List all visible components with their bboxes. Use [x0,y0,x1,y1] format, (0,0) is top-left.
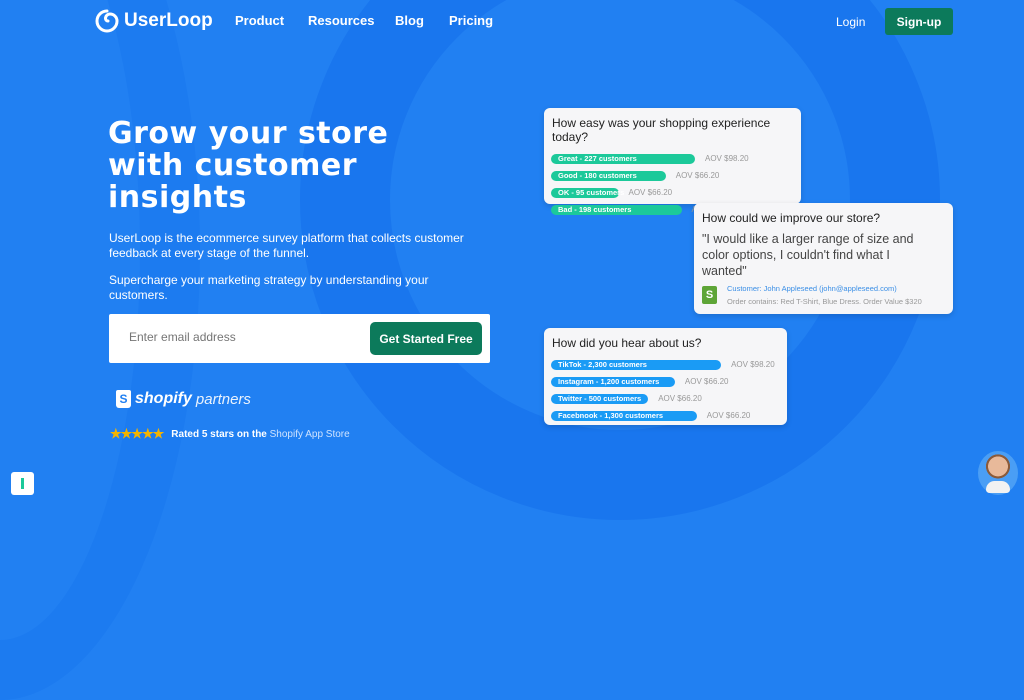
get-started-button[interactable]: Get Started Free [370,322,482,355]
brand-name: UserLoop [124,10,213,31]
survey-result-row: Great - 227 customers AOV $98.20 [551,150,801,167]
result-bar: Great - 227 customers [551,153,695,164]
result-bar: OK - 95 customers [551,187,624,198]
aov-value: AOV $98.20 [705,154,749,163]
signup-form: Get Started Free [109,314,490,363]
five-stars-icon: ★★★★★ [110,426,164,441]
card-question: How did you hear about us? [552,336,702,350]
result-bar: Bad - 198 customers [551,204,682,215]
partners-word: partners [195,390,251,408]
login-link[interactable]: Login [836,15,865,29]
survey-result-row: Instagram - 1,200 customers AOV $66.20 [551,373,787,390]
email-input[interactable] [129,330,349,344]
shopify-partners-badge: S shopify partners [116,390,251,408]
hero-description: UserLoop is the ecommerce survey platfor… [109,231,464,260]
card-question: How could we improve our store? [702,211,881,225]
order-info: Order contains: Red T-Shirt, Blue Dress.… [727,297,922,306]
customer-info: Customer: John Appleseed (john@appleseed… [727,284,897,293]
result-bar: Twitter - 500 customers [551,393,649,404]
survey-result-row: Facebnook - 1,300 customers AOV $66.20 [551,407,787,424]
shopify-bag-icon: S [702,286,717,304]
result-bar: Facebnook - 1,300 customers [551,410,697,421]
survey-result-row: Good - 180 customers AOV $66.20 [551,167,801,184]
survey-card-source: How did you hear about us? TikTok - 2,30… [544,328,787,425]
rating: ★★★★★ Rated 5 stars on the Shopify App S… [110,426,350,442]
survey-card-experience: How easy was your shopping experience to… [544,108,801,215]
shopify-word: shopify [135,390,192,407]
nav-pricing[interactable]: Pricing [449,13,493,28]
swirl-logo-icon [95,9,119,33]
aov-value: AOV $66.20 [684,377,729,386]
aov-value: AOV $66.20 [675,171,720,180]
survey-result-row: OK - 95 customers AOV $66.20 [551,184,801,201]
hero-title: Grow your store with customer insights [108,116,389,215]
aov-value: AOV $98.20 [731,360,775,369]
nav-product[interactable]: Product [235,13,284,28]
support-chat-avatar[interactable] [978,451,1018,495]
result-bar: TikTok - 2,300 customers [551,359,722,370]
logo[interactable]: UserLoop [94,8,213,34]
shopify-app-store-link[interactable]: Shopify App Store [270,429,350,440]
survey-result-row: TikTok - 2,300 customers AOV $98.20 [551,356,787,373]
feedback-card: How could we improve our store? "I would… [694,203,953,314]
aov-value: AOV $66.20 [706,411,751,420]
result-bar: Good - 180 customers [551,170,666,181]
feedback-quote: "I would like a larger range of size and… [702,232,914,278]
card-question: How easy was your shopping experience to… [552,116,771,144]
nav-resources[interactable]: Resources [308,13,374,28]
rating-text: Rated 5 stars on the [171,428,270,440]
hero-subdescription: Supercharge your marketing strategy by u… [109,273,429,302]
aov-value: AOV $66.20 [658,394,702,403]
result-bar: Instagram - 1,200 customers [551,376,675,387]
shopify-bag-icon: S [116,390,131,408]
signup-button[interactable]: Sign-up [885,8,953,35]
nav-blog[interactable]: Blog [395,13,424,28]
password-manager-icon[interactable] [11,472,34,495]
survey-result-row: Twitter - 500 customers AOV $66.20 [551,390,787,407]
aov-value: AOV $66.20 [628,188,673,197]
